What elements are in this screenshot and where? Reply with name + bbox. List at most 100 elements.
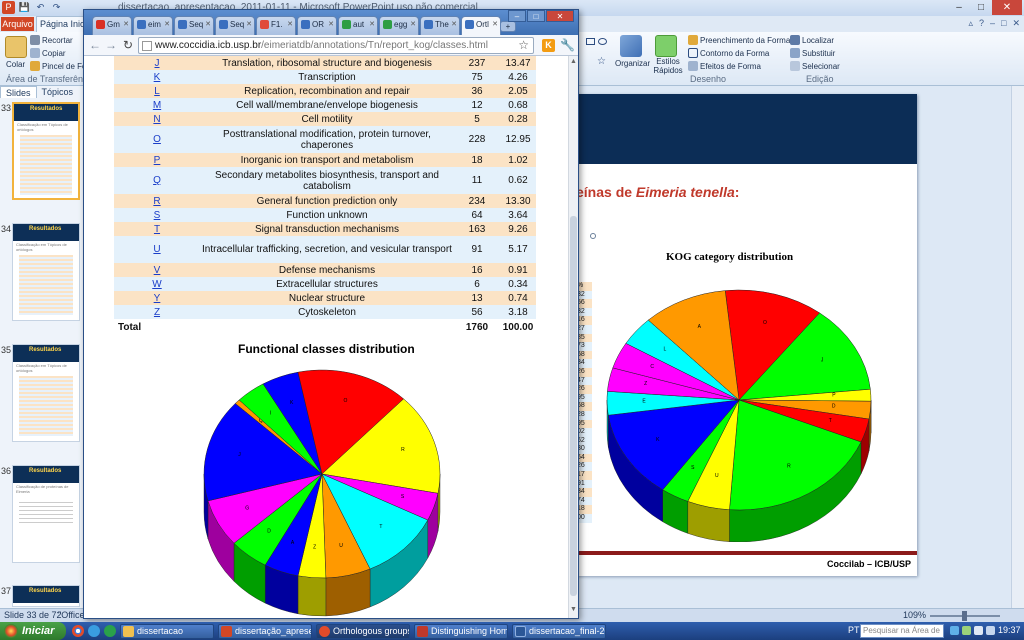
tray-icon[interactable] (962, 626, 971, 635)
redo-icon[interactable]: ↷ (50, 1, 63, 14)
tab-close-icon[interactable]: ✕ (164, 20, 170, 28)
tab-close-icon[interactable]: ✕ (410, 20, 416, 28)
kog-code-link[interactable]: Y (114, 291, 200, 305)
scroll-down-icon[interactable]: ▼ (570, 606, 577, 613)
kog-code-link[interactable]: Q (114, 167, 200, 194)
tab-close-icon[interactable]: ✕ (287, 20, 293, 28)
browser-tab[interactable]: Seq ✕ (174, 16, 214, 35)
arrange-button[interactable]: Organizar (615, 59, 650, 68)
tab-close-icon[interactable]: ✕ (205, 20, 211, 28)
tab-slides[interactable]: Slides (0, 86, 37, 98)
minimize-button[interactable]: – (948, 0, 970, 15)
tray-icon[interactable] (950, 626, 959, 635)
kog-code-link[interactable]: S (114, 208, 200, 222)
ppt-app-icon[interactable]: P (2, 1, 15, 14)
star-shape-icon[interactable]: ☆ (597, 56, 606, 67)
save-icon[interactable]: 💾 (18, 1, 31, 14)
back-icon[interactable]: ← (88, 38, 102, 52)
tab-home[interactable]: Página Inicial (36, 16, 86, 32)
close-icon[interactable]: ✕ (1012, 18, 1020, 29)
shape-outline-button[interactable]: Contorno da Forma (688, 48, 769, 58)
shape-effects-button[interactable]: Efeitos de Forma (688, 61, 761, 71)
kog-code-link[interactable]: R (114, 194, 200, 208)
selection-handle[interactable] (590, 233, 596, 239)
tab-file[interactable]: Arquivo (1, 17, 34, 31)
replace-button[interactable]: Substituir (790, 48, 835, 58)
kog-code-link[interactable]: Z (114, 305, 200, 319)
tab-close-icon[interactable]: ✕ (492, 20, 498, 28)
minimize-icon[interactable]: – (990, 18, 995, 29)
desktop-search-input[interactable]: Pesquisar na Área de (860, 624, 944, 638)
kog-code-link[interactable]: N (114, 112, 200, 126)
tab-outline[interactable]: Tópicos (37, 86, 79, 98)
kog-code-link[interactable]: P (114, 153, 200, 167)
ppt-vertical-scrollbar[interactable] (1011, 86, 1024, 608)
chrome-vertical-scrollbar[interactable]: ▲ ▼ (568, 56, 578, 618)
address-bar[interactable]: www.coccidia.icb.usp.br/eimeriatdb/annot… (138, 37, 534, 54)
taskbar-item-powerpoint[interactable]: dissertação_apresent... (218, 624, 312, 639)
slide-thumbnail[interactable]: Resultados (12, 585, 80, 607)
slide-thumbnail[interactable]: Resultados Classificação em Tópicos de o… (12, 223, 80, 321)
minimize-button[interactable]: – (508, 10, 526, 22)
tab-close-icon[interactable]: ✕ (451, 20, 457, 28)
status-zoom-level[interactable]: 109% (903, 610, 926, 620)
browser-tab[interactable]: Gm ✕ (92, 16, 132, 35)
browser-tab[interactable]: Ortl ✕ (461, 16, 501, 35)
format-painter-button[interactable]: Pincel de Formatação (30, 61, 86, 71)
scrollbar-thumb[interactable] (570, 216, 577, 596)
tab-close-icon[interactable]: ✕ (328, 20, 334, 28)
wrench-icon[interactable]: 🔧 (560, 38, 575, 52)
kog-code-link[interactable]: L (114, 84, 200, 98)
shape-fill-button[interactable]: Preenchimento da Forma (688, 35, 790, 45)
arrange-icon[interactable] (620, 35, 642, 57)
start-button[interactable]: Iniciar (0, 622, 66, 640)
kog-code-link[interactable]: T (114, 222, 200, 236)
browser-tab[interactable]: egg ✕ (379, 16, 419, 35)
maximize-button[interactable]: □ (970, 0, 992, 15)
browser-tab[interactable]: aut ✕ (338, 16, 378, 35)
browser-tab[interactable]: eim ✕ (133, 16, 173, 35)
kog-code-link[interactable]: K (114, 70, 200, 84)
select-button[interactable]: Selecionar (790, 61, 840, 71)
help-icon[interactable]: ? (979, 18, 984, 29)
slide-thumbnail[interactable]: Resultados Classificação em Tópicos de o… (12, 344, 80, 442)
browser-tab[interactable]: F1. ✕ (256, 16, 296, 35)
language-indicator[interactable]: PT (848, 625, 860, 635)
kog-code-link[interactable]: U (114, 236, 200, 263)
shapes-gallery[interactable]: ☆ (584, 36, 614, 70)
slide-thumbnail[interactable]: Resultados Classificação de proteínas de… (12, 465, 80, 563)
volume-icon[interactable] (974, 626, 983, 635)
kog-code-link[interactable]: O (114, 126, 200, 153)
kog-code-link[interactable]: W (114, 277, 200, 291)
paste-button[interactable]: Colar (6, 60, 25, 69)
chrome-quicklaunch-icon[interactable] (72, 625, 84, 637)
bookmark-star-icon[interactable]: ☆ (518, 38, 529, 52)
forward-icon[interactable]: → (104, 38, 118, 52)
browser-tab[interactable]: The ✕ (420, 16, 460, 35)
tab-close-icon[interactable]: ✕ (369, 20, 375, 28)
browser-tab[interactable]: Seq ✕ (215, 16, 255, 35)
restore-icon[interactable]: □ (1001, 18, 1006, 29)
close-button[interactable]: ✕ (992, 0, 1022, 15)
taskbar-item-pdf[interactable]: Distinguishing Homolo... (414, 624, 508, 639)
reload-icon[interactable]: ↻ (121, 38, 135, 52)
kog-code-link[interactable]: V (114, 263, 200, 277)
maximize-button[interactable]: □ (527, 10, 545, 22)
copy-button[interactable]: Copiar (30, 48, 66, 58)
circle-shape-icon[interactable] (598, 38, 607, 45)
quick-styles-button[interactable]: Estilos Rápidos (650, 57, 686, 75)
new-tab-button[interactable]: + (500, 21, 516, 32)
kog-code-link[interactable]: M (114, 98, 200, 112)
cut-button[interactable]: Recortar (30, 35, 73, 45)
find-button[interactable]: Localizar (790, 35, 834, 45)
taskbar-item-word[interactable]: dissertacao_final-201... (512, 624, 606, 639)
media-quicklaunch-icon[interactable] (104, 625, 116, 637)
taskbar-item-chrome[interactable]: Orthologous groups r... (316, 624, 410, 639)
tab-close-icon[interactable]: ✕ (246, 20, 252, 28)
kog-code-link[interactable]: J (114, 56, 200, 70)
network-icon[interactable] (986, 626, 995, 635)
extension-k-icon[interactable]: K (542, 39, 555, 52)
ie-quicklaunch-icon[interactable] (88, 625, 100, 637)
rectangle-shape-icon[interactable] (586, 38, 595, 45)
scroll-up-icon[interactable]: ▲ (570, 58, 577, 65)
